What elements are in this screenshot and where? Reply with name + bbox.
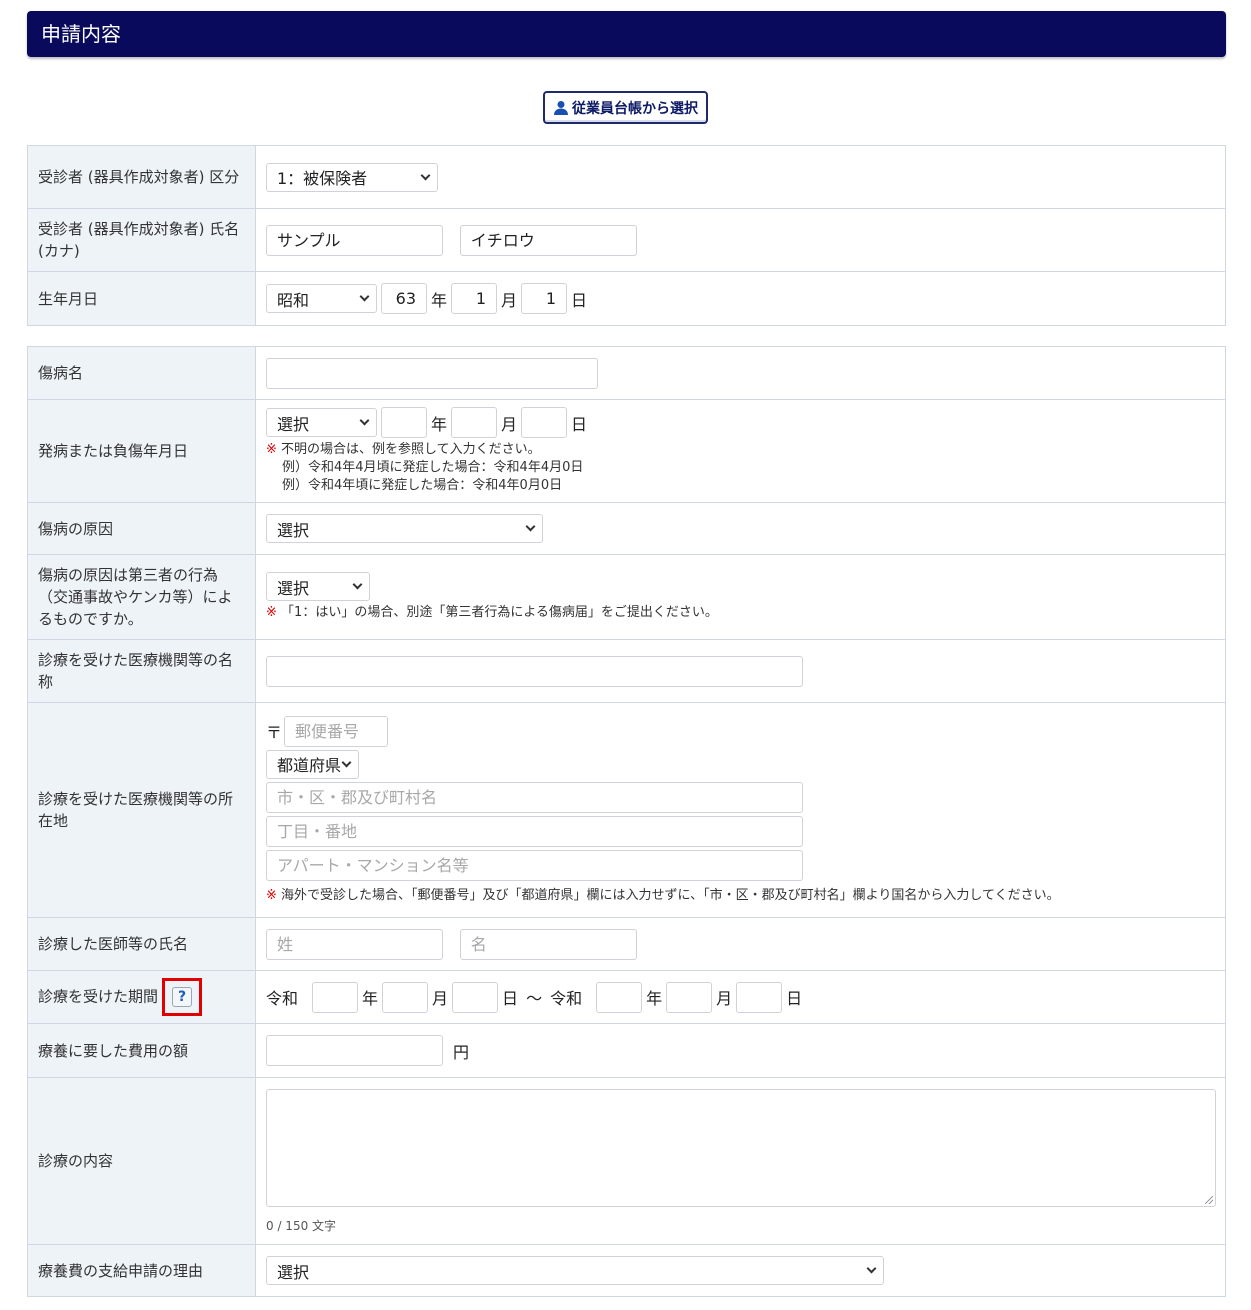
reason-select[interactable]: 選択 — [266, 1256, 884, 1285]
chevron-down-icon — [359, 291, 370, 302]
third-party-note: ※ 「1：はい」の場合、別途「第三者行為による傷病届」をご提出ください。 — [266, 604, 1215, 622]
address-note: ※ 海外で受診した場合、「郵便番号」及び「都道府県」欄には入力せずに、「市・区・… — [266, 887, 1215, 905]
onset-year-input[interactable] — [381, 407, 427, 438]
note-mark: ※ — [266, 442, 277, 457]
chevron-down-icon — [359, 415, 370, 426]
third-party-note-text: 「1：はい」の場合、別途「第三者行為による傷病届」をご提出ください。 — [281, 605, 718, 620]
year-unit: 年 — [362, 989, 379, 1008]
help-icon[interactable]: ? — [172, 987, 193, 1007]
patient-type-select[interactable]: 1：被保険者 — [266, 162, 438, 192]
month-unit: 月 — [432, 989, 449, 1008]
reason-label: 療養費の支給申請の理由 — [27, 1244, 256, 1297]
month-unit: 月 — [501, 414, 518, 434]
birth-day-input[interactable]: 1 — [521, 283, 568, 314]
birth-year-input[interactable]: 63 — [381, 283, 427, 314]
treatment-content-textarea[interactable] — [266, 1088, 1216, 1207]
patient-first-name-kana-input[interactable]: イチロウ — [459, 224, 637, 256]
onset-note-line1: 不明の場合は、例を参照して入力ください。 — [281, 442, 541, 457]
cause-value: 選択 — [277, 520, 310, 540]
birth-era-value: 昭和 — [277, 290, 310, 310]
doctor-name-label: 診療した医師等の氏名 — [27, 917, 256, 971]
help-highlight: ? — [162, 978, 203, 1016]
doctor-last-name-input[interactable]: 姓 — [266, 928, 443, 960]
treatment-content-label: 診療の内容 — [27, 1077, 256, 1245]
onset-month-input[interactable] — [451, 407, 498, 438]
page-title: 申請内容 — [27, 11, 1226, 57]
postal-mark: 〒 — [266, 723, 283, 742]
cost-input[interactable] — [266, 1035, 443, 1066]
select-from-employee-registry-button[interactable]: 従業員台帳から選択 — [543, 91, 708, 124]
treatment-info-table: 傷病名 発病または負傷年月日 選択 年 月 日 ※ 不明の場合は、例を参照して入… — [27, 346, 1226, 1297]
day-unit: 日 — [786, 989, 803, 1008]
period-to-month-input[interactable] — [666, 981, 713, 1013]
period-from-era: 令和 — [266, 989, 299, 1008]
day-unit: 日 — [571, 414, 588, 434]
month-unit: 月 — [501, 290, 518, 310]
birth-month-input[interactable]: 1 — [451, 283, 498, 314]
character-counter: 0 / 150 文字 — [266, 1218, 337, 1233]
chevron-down-icon — [341, 757, 352, 767]
address-note-text: 海外で受診した場合、「郵便番号」及び「都道府県」欄には入力せずに、「市・区・郡及… — [281, 887, 1060, 903]
onset-note-line3: 例）令和4年頃に発症した場合：令和4年0月0日 — [282, 478, 563, 493]
facility-name-label: 診療を受けた医療機関等の名称 — [27, 639, 256, 703]
facility-address-label: 診療を受けた医療機関等の所在地 — [27, 702, 256, 918]
resize-handle-icon[interactable] — [1205, 1195, 1213, 1204]
treatment-period-label: 診療を受けた期間 — [38, 987, 159, 1006]
patient-type-value: 1：被保険者 — [277, 169, 368, 188]
building-input[interactable]: アパート・マンション名等 — [266, 849, 803, 881]
month-unit: 月 — [716, 989, 733, 1008]
onset-era-select[interactable]: 選択 — [266, 408, 377, 437]
chevron-down-icon — [420, 170, 431, 180]
year-unit: 年 — [431, 414, 448, 434]
city-input[interactable]: 市・区・郡及び町村名 — [266, 781, 803, 813]
onset-day-input[interactable] — [521, 407, 568, 438]
yen-unit: 円 — [453, 1042, 470, 1062]
period-from-day-input[interactable] — [452, 981, 499, 1013]
period-to-era: 令和 — [550, 989, 583, 1008]
onset-era-value: 選択 — [277, 414, 310, 434]
period-separator: ～ — [526, 989, 543, 1008]
note-mark: ※ — [266, 887, 277, 903]
patient-last-name-kana-input[interactable]: サンプル — [266, 224, 443, 256]
period-from-year-input[interactable] — [312, 981, 359, 1013]
select-from-employee-registry-label: 従業員台帳から選択 — [572, 100, 698, 117]
street-input[interactable]: 丁目・番地 — [266, 815, 803, 847]
third-party-select[interactable]: 選択 — [266, 572, 370, 601]
patient-info-table: 受診者 (器具作成対象者) 区分 1：被保険者 受診者 (器具作成対象者) 氏名… — [27, 145, 1226, 326]
facility-name-input[interactable] — [266, 655, 803, 687]
year-unit: 年 — [431, 290, 448, 310]
cost-label: 療養に要した費用の額 — [27, 1023, 256, 1078]
cause-label: 傷病の原因 — [27, 502, 256, 555]
day-unit: 日 — [571, 290, 588, 310]
chevron-down-icon — [866, 1263, 877, 1274]
third-party-value: 選択 — [277, 578, 310, 598]
period-to-year-input[interactable] — [596, 981, 643, 1013]
note-mark: ※ — [266, 605, 277, 620]
patient-type-label: 受診者 (器具作成対象者) 区分 — [27, 145, 256, 209]
day-unit: 日 — [502, 989, 519, 1008]
period-from-month-input[interactable] — [382, 981, 429, 1013]
treatment-period-label-cell: 診療を受けた期間? — [27, 970, 256, 1024]
doctor-first-name-input[interactable]: 名 — [459, 928, 637, 960]
third-party-label: 傷病の原因は第三者の行為（交通事故やケンカ等）によるものですか。 — [27, 554, 256, 640]
reason-value: 選択 — [277, 1262, 310, 1282]
prefecture-value: 都道府県 — [277, 756, 342, 775]
onset-note: ※ 不明の場合は、例を参照して入力ください。 例）令和4年4月頃に発症した場合：… — [266, 441, 1215, 495]
chevron-down-icon — [525, 521, 536, 532]
injury-name-input[interactable] — [266, 357, 598, 389]
postal-code-input[interactable]: 郵便番号 — [284, 715, 389, 747]
person-icon — [554, 100, 568, 115]
birth-date-label: 生年月日 — [27, 271, 256, 326]
period-to-day-input[interactable] — [736, 981, 783, 1013]
onset-date-label: 発病または負傷年月日 — [27, 399, 256, 503]
injury-name-label: 傷病名 — [27, 346, 256, 400]
birth-era-select[interactable]: 昭和 — [266, 284, 377, 313]
cause-select[interactable]: 選択 — [266, 514, 543, 543]
year-unit: 年 — [646, 989, 663, 1008]
onset-note-line2: 例）令和4年4月頃に発症した場合：令和4年4月0日 — [282, 460, 584, 475]
prefecture-select[interactable]: 都道府県 — [266, 749, 359, 779]
chevron-down-icon — [352, 579, 363, 590]
patient-name-label: 受診者 (器具作成対象者) 氏名 (カナ) — [27, 208, 256, 272]
